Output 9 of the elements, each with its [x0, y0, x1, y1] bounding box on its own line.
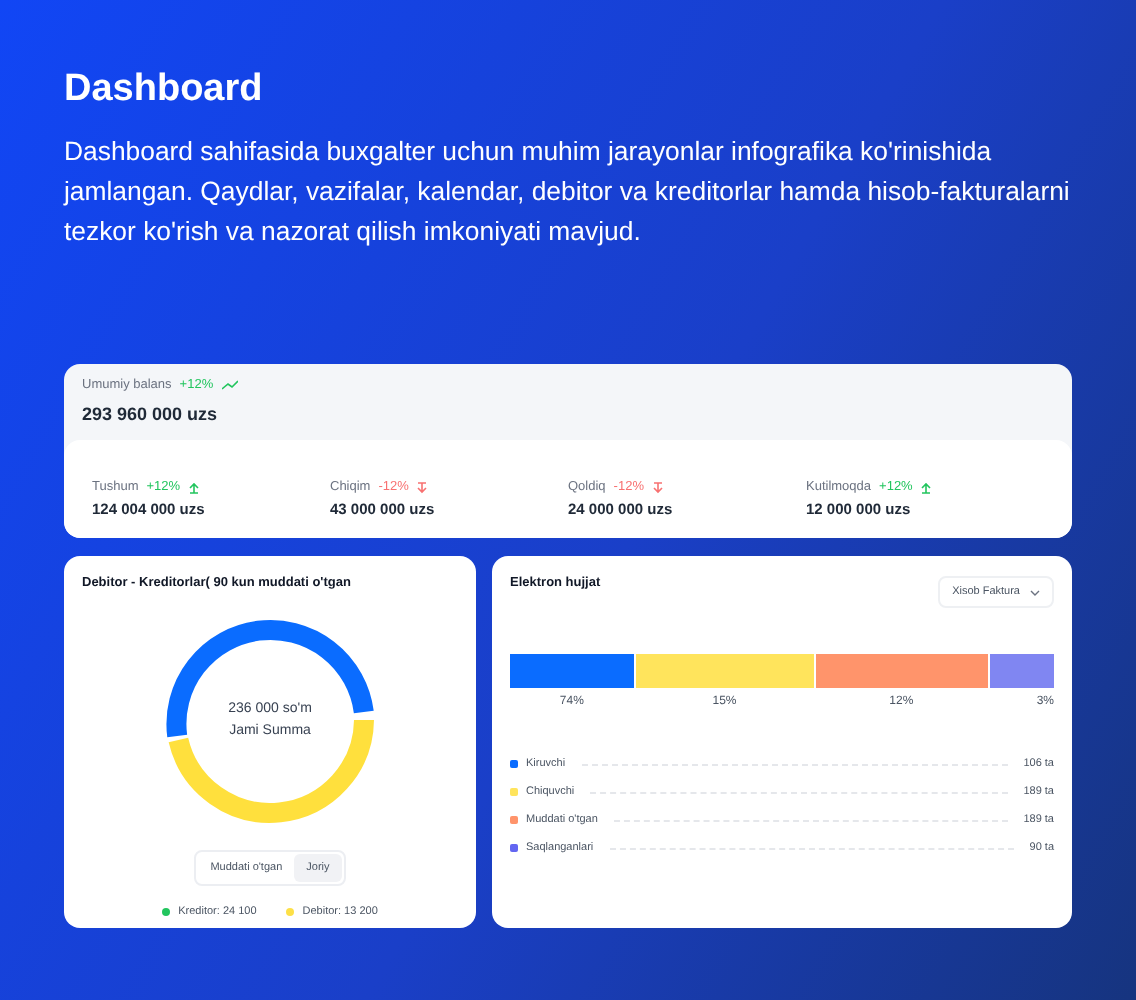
- chevron-down-icon: [1030, 589, 1040, 595]
- page-title: Dashboard: [64, 68, 265, 112]
- arrow-up-icon: [920, 481, 933, 493]
- page-description: Dashboard sahifasida buxgalter uchun muhim jarayonlar infografika ko'rinishida jamlangan. Qaydlar, vazifalar, kalendar, debitor va kreditorlar hamda hisob-fakturalarni tezkor ko'rish va nazorat qilish imkoniyati mavjud.: [64, 134, 1072, 250]
- arrow-up-icon: [188, 481, 201, 493]
- trend-line-icon: [221, 380, 238, 390]
- arrow-down-icon: [416, 481, 429, 493]
- balance-value: 293 960 000 uzs: [82, 404, 220, 424]
- arrow-down-icon: [651, 481, 664, 493]
